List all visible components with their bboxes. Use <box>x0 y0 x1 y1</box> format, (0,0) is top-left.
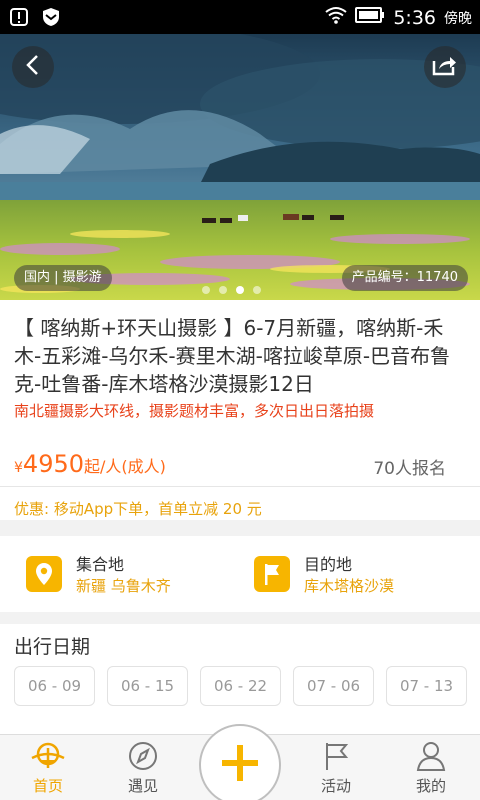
travel-dates-header: 出行日期 <box>14 636 91 658</box>
date-chip[interactable]: 06 - 22 <box>200 666 281 706</box>
carousel-dot[interactable] <box>219 286 227 294</box>
share-icon <box>432 54 458 80</box>
flag-icon <box>254 556 290 592</box>
nav-mine[interactable]: 我的 <box>391 739 471 796</box>
travel-dates-section: 出行日期 06 - 09 06 - 15 06 - 22 07 - 06 07 … <box>0 624 480 734</box>
destination-value: 库木塔格沙漠 <box>304 577 395 595</box>
status-period: 傍晚 <box>444 10 472 27</box>
category-tag: 国内 | 摄影游 <box>14 265 112 291</box>
back-button[interactable] <box>12 46 54 88</box>
chevron-left-icon <box>24 54 42 80</box>
compass-icon <box>103 739 183 773</box>
date-chip[interactable]: 06 - 15 <box>107 666 188 706</box>
nav-activity[interactable]: 活动 <box>296 739 376 796</box>
promo-text: 优惠: 移动App下单，首单立减 20 元 <box>14 500 262 518</box>
wifi-icon <box>325 6 347 29</box>
nav-meet[interactable]: 遇见 <box>103 739 183 796</box>
add-button[interactable] <box>199 724 281 800</box>
nav-mine-label: 我的 <box>415 777 446 795</box>
destination-place[interactable]: 目的地 库木塔格沙漠 <box>254 554 394 596</box>
flag-outline-icon <box>296 739 376 773</box>
share-button[interactable] <box>424 46 466 88</box>
status-time: 5:36 <box>393 6 436 29</box>
location-pin-icon <box>26 556 62 592</box>
product-info: 【 喀纳斯+环天山摄影 】6-7月新疆，喀纳斯-禾木-五彩滩-乌尔禾-赛里木湖-… <box>0 300 480 520</box>
shield-icon <box>42 7 60 27</box>
carousel-dot[interactable] <box>202 286 210 294</box>
price-currency: ¥ <box>14 460 23 476</box>
price: ¥4950起/人(成人) <box>14 450 166 478</box>
divider <box>0 486 480 487</box>
destination-label: 目的地 <box>304 555 353 574</box>
nav-home-label: 首页 <box>32 777 63 795</box>
signup-count: 70人报名 <box>373 459 446 479</box>
date-chip[interactable]: 07 - 13 <box>386 666 467 706</box>
battery-icon <box>355 7 385 28</box>
user-icon <box>391 739 471 773</box>
departure-value: 新疆 乌鲁木齐 <box>76 577 171 595</box>
price-value: 4950 <box>22 450 84 478</box>
carousel-dot-active[interactable] <box>236 286 244 294</box>
date-chip-list: 06 - 09 06 - 15 06 - 22 07 - 06 07 - 13 <box>14 666 467 706</box>
carousel-indicator <box>202 286 261 294</box>
notification-icon <box>10 7 28 27</box>
date-chip[interactable]: 06 - 09 <box>14 666 95 706</box>
nav-meet-label: 遇见 <box>127 777 158 795</box>
product-subtitle: 南北疆摄影大环线，摄影题材丰富，多次日出日落拍摄 <box>14 402 375 420</box>
product-title: 【 喀纳斯+环天山摄影 】6-7月新疆，喀纳斯-禾木-五彩滩-乌尔禾-赛里木湖-… <box>14 316 451 396</box>
carousel-dot[interactable] <box>253 286 261 294</box>
price-unit: 起/人(成人) <box>84 457 166 476</box>
home-icon <box>8 739 88 773</box>
product-code: 产品编号：11740 <box>341 265 468 291</box>
hero-carousel[interactable]: 国内 | 摄影游 产品编号：11740 <box>0 34 480 300</box>
departure-place[interactable]: 集合地 新疆 乌鲁木齐 <box>26 554 171 596</box>
date-chip[interactable]: 07 - 06 <box>293 666 374 706</box>
nav-home[interactable]: 首页 <box>8 739 88 796</box>
nav-activity-label: 活动 <box>320 777 351 795</box>
landscape-photo <box>0 34 480 300</box>
places-section: 集合地 新疆 乌鲁木齐 目的地 库木塔格沙漠 <box>0 536 480 612</box>
status-bar: 5:36 傍晚 <box>0 0 480 34</box>
departure-label: 集合地 <box>76 555 125 574</box>
plus-icon <box>220 743 260 787</box>
